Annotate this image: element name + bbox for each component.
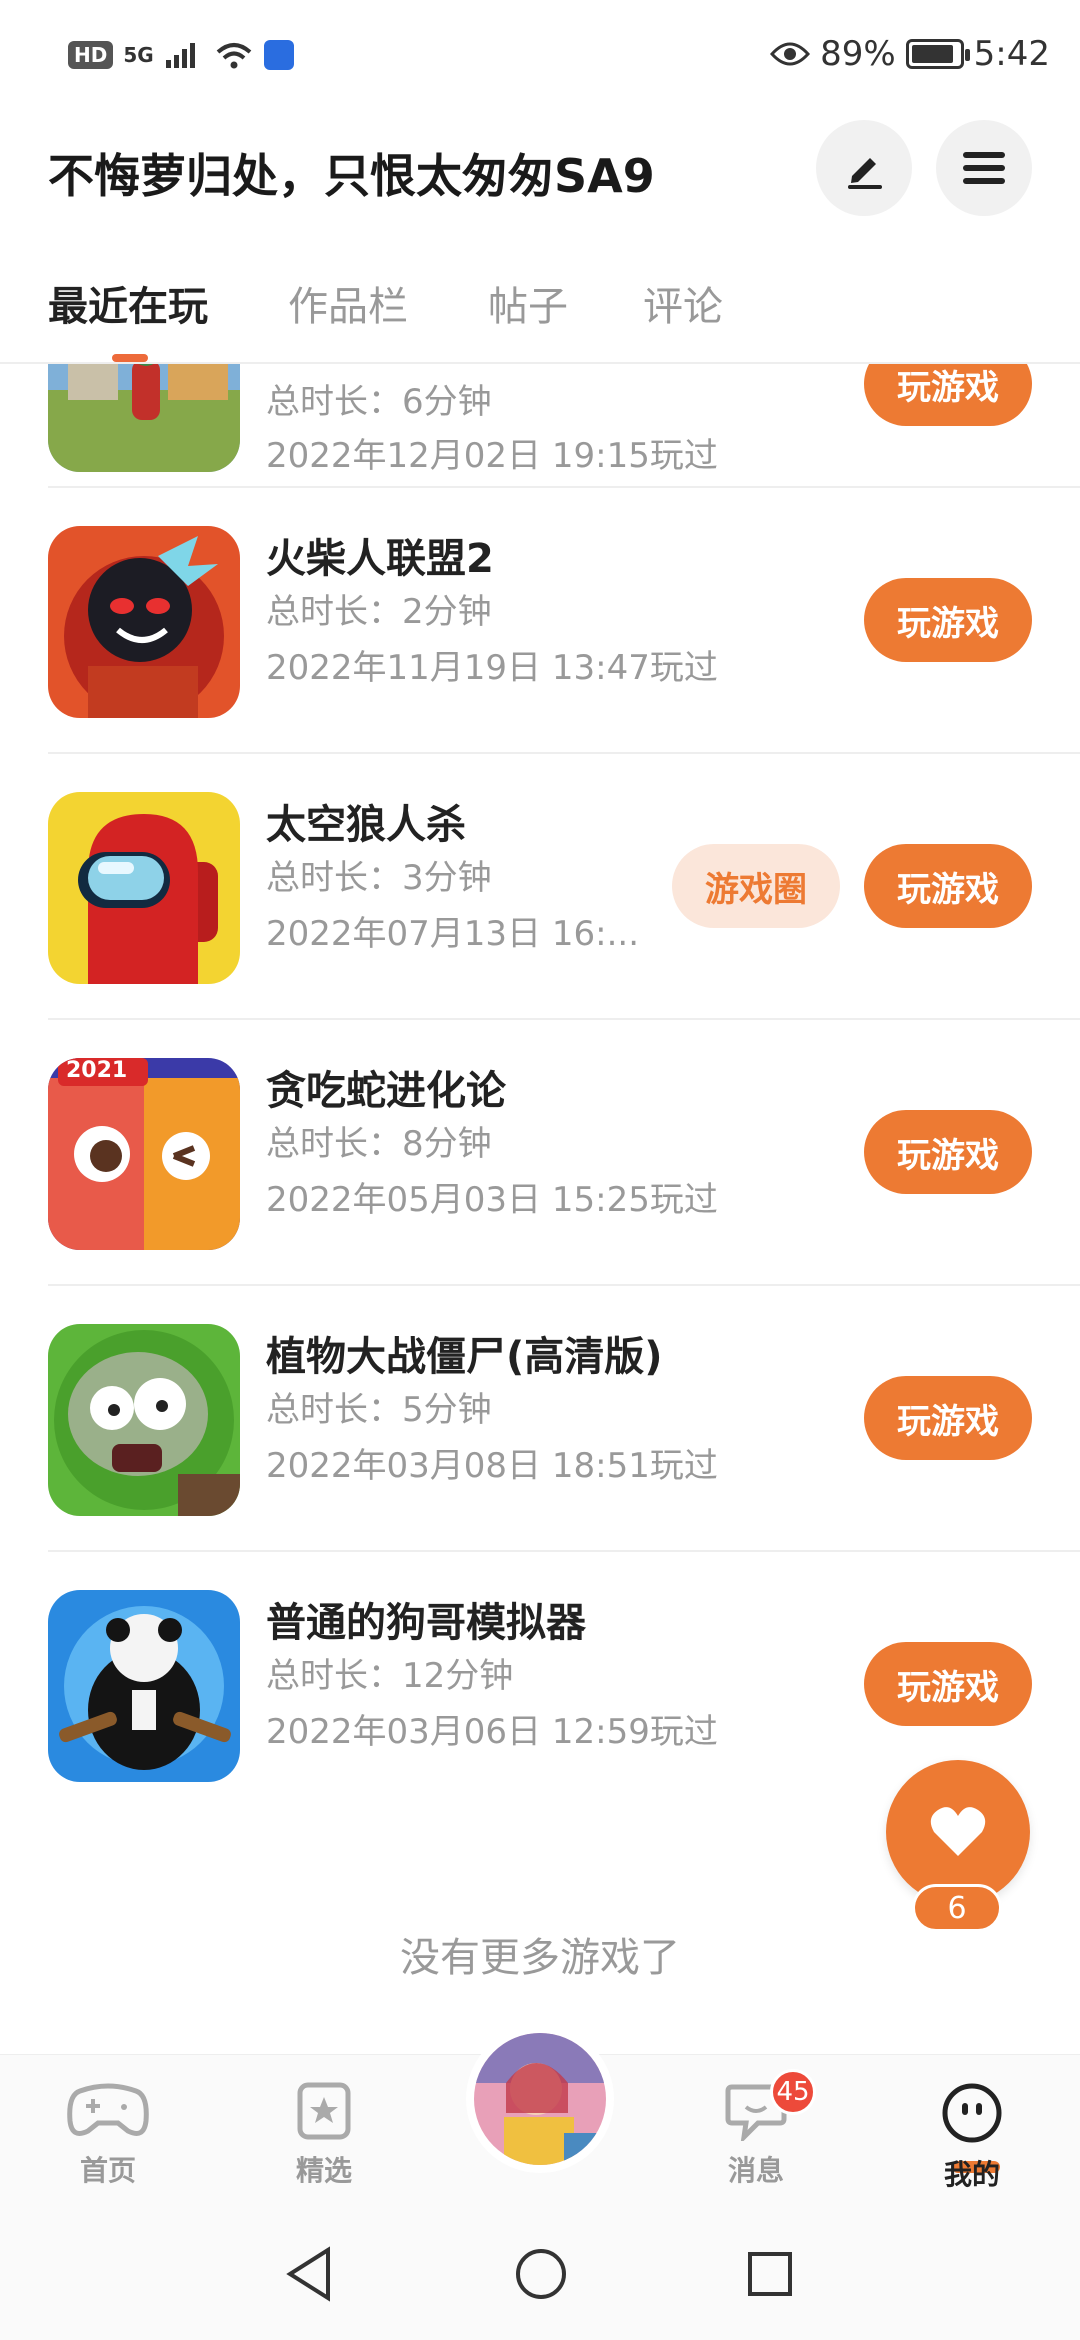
smiley-face-icon [942,2083,1002,2143]
play-game-button[interactable]: 玩游戏 [864,364,1032,426]
profile-header: 不悔萝归处，只恨太匆匆SA9 [0,120,1080,260]
star-bookmark-icon [297,2082,351,2140]
game-title: 火柴人联盟2 [266,536,494,582]
list-item[interactable]: 太空狼人杀 总时长：3分钟 2022年07月13日 16:... 游戏圈 玩游戏 [48,754,1080,1020]
gamepad-icon [67,2083,149,2136]
nav-home-label: 首页 [79,2154,136,2187]
game-title: 贪吃蛇进化论 [266,1068,506,1114]
avatar-button[interactable] [466,2025,614,2173]
game-title: 太空狼人杀 [266,802,466,848]
nav-featured-label: 精选 [295,2154,352,2187]
back-triangle-icon[interactable] [284,2246,334,2302]
status-bar: HD 5G 89% 5:42 [0,0,1080,120]
status-right: 89% 5:42 [770,34,1050,74]
tab-works[interactable]: 作品栏 [288,274,408,332]
nav-messages-label: 消息 [727,2154,784,2187]
nav-mine-label: 我的 [943,2158,1000,2191]
signal-label: 5G [123,43,154,67]
messages-unread-badge: 45 [770,2069,816,2115]
game-duration: 总时长：12分钟 [266,1656,514,1696]
battery-icon [905,39,970,69]
game-last-played: 2022年05月03日 15:25玩过 [266,1180,718,1220]
pencil-icon [848,158,882,189]
profile-tabs: 最近在玩 作品栏 帖子 评论 [0,262,1080,364]
no-more-games-text: 没有更多游戏了 [400,1935,680,1981]
game-title: 普通的狗哥模拟器 [266,1600,586,1646]
like-button[interactable] [886,1760,1030,1904]
game-last-played: 2022年03月06日 12:59玩过 [266,1712,718,1752]
list-item[interactable]: 总时长：6分钟 2022年12月02日 19:15玩过 玩游戏 [48,364,1080,488]
game-thumbnail[interactable] [48,1324,240,1516]
game-duration: 总时长：3分钟 [266,858,492,898]
like-count: 6 [912,1884,1002,1932]
home-circle-icon[interactable] [514,2246,568,2302]
play-game-button[interactable]: 玩游戏 [864,1642,1032,1726]
game-thumbnail[interactable] [48,792,240,984]
wifi-icon [216,43,252,69]
profile-name: 不悔萝归处，只恨太匆匆SA9 [48,149,655,203]
eye-icon [770,42,811,66]
battery-percent: 89% [820,34,896,74]
system-nav-bar [0,2220,1080,2340]
game-duration: 总时长：6分钟 [266,382,492,422]
hd-badge: HD [68,41,114,69]
bottom-nav: 首页 精选 45 消息 我的 [0,2025,1080,2220]
game-thumbnail[interactable] [48,526,240,718]
game-duration: 总时长：5分钟 [266,1390,492,1430]
hamburger-menu-icon [963,152,1005,184]
edit-profile-button[interactable] [816,120,912,216]
heart-icon [930,1807,986,1856]
clock: 5:42 [973,34,1050,74]
avatar [474,2033,606,2165]
nav-featured[interactable]: 精选 [254,2081,394,2189]
game-thumbnail[interactable] [48,1590,240,1782]
game-last-played: 2022年07月13日 16:... [266,914,640,954]
tab-recent-play[interactable]: 最近在玩 [48,274,208,332]
game-duration: 总时长：2分钟 [266,592,492,632]
nav-mine[interactable]: 我的 [902,2081,1042,2193]
game-thumbnail[interactable] [48,364,240,472]
play-game-button[interactable]: 玩游戏 [864,578,1032,662]
list-item[interactable]: 火柴人联盟2 总时长：2分钟 2022年11月19日 13:47玩过 玩游戏 [48,488,1080,754]
game-last-played: 2022年11月19日 13:47玩过 [266,648,718,688]
game-thumbnail[interactable]: 2021 [48,1058,240,1250]
nav-messages[interactable]: 45 消息 [686,2069,826,2189]
play-game-button[interactable]: 玩游戏 [864,1110,1032,1194]
list-item[interactable]: 植物大战僵尸(高清版) 总时长：5分钟 2022年03月08日 18:51玩过 … [48,1286,1080,1552]
baidu-app-icon [263,40,294,70]
tab-comments[interactable]: 评论 [643,274,723,332]
game-last-played: 2022年12月02日 19:15玩过 [266,436,718,476]
play-game-button[interactable]: 玩游戏 [864,844,1032,928]
game-last-played: 2022年03月08日 18:51玩过 [266,1446,718,1486]
play-game-button[interactable]: 玩游戏 [864,1376,1032,1460]
menu-button[interactable] [936,120,1032,216]
signal-bars-icon [165,43,195,68]
thumb-year-badge: 2021 [66,1058,128,1083]
recents-square-icon[interactable] [744,2246,796,2302]
game-title: 植物大战僵尸(高清版) [266,1334,663,1380]
tab-posts[interactable]: 帖子 [488,274,568,332]
list-item[interactable]: 2021 贪吃蛇进化论 总时长：8分钟 2022年05月03日 15:25玩过 … [48,1020,1080,1286]
status-left: HD 5G [68,40,294,70]
game-duration: 总时长：8分钟 [266,1124,492,1164]
game-circle-button[interactable]: 游戏圈 [672,844,840,928]
tab-active-indicator [112,354,148,362]
nav-home[interactable]: 首页 [38,2081,178,2189]
